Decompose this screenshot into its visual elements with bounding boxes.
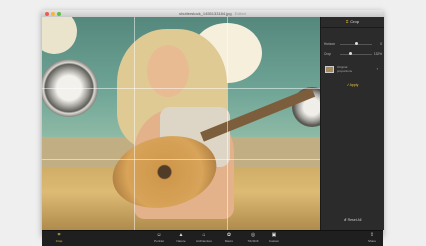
reset-all-label: Reset All (347, 218, 362, 222)
bottom-toolbar: ⌗ Crop ☺ Portrait ▲ Nature ⌂ Architecture ✿ M… (42, 230, 383, 246)
crop-slider-knob[interactable] (349, 52, 352, 55)
nature-icon: ▲ (178, 232, 184, 238)
reset-icon: ↺ (343, 218, 347, 222)
crop-icon: ⌗ (57, 232, 61, 238)
toolbar-share[interactable]: ⇪ Share (362, 232, 382, 243)
toolbar-nature[interactable]: ▲ Nature (171, 232, 191, 243)
horizon-slider[interactable]: Horizon 0 (324, 41, 382, 47)
horizon-slider-knob[interactable] (355, 42, 358, 45)
window-title-filename: shutterstock_1455133184.jpg (179, 11, 232, 16)
toolbar-architecture[interactable]: ⌂ Architecture (194, 232, 214, 243)
crop-panel-header[interactable]: ⌗ Crop (321, 17, 384, 28)
apply-button-label: Apply (349, 83, 359, 87)
share-icon: ⇪ (369, 232, 375, 238)
crop-grid-line (42, 159, 320, 160)
custom-icon: ▣ (271, 232, 277, 238)
toolbar-tilt-shift[interactable]: ◎ Tilt-Shift (243, 232, 263, 243)
crop-slider-label: Crop (324, 52, 331, 56)
crop-grid-line (134, 17, 135, 230)
crop-slider-value: 132% (373, 52, 382, 56)
macro-icon: ✿ (226, 232, 232, 238)
toolbar-portrait[interactable]: ☺ Portrait (149, 232, 169, 243)
toolbar-crop[interactable]: ⌗ Crop (49, 232, 69, 243)
tilt-shift-icon: ◎ (250, 232, 256, 238)
chevron-right-icon: › (376, 66, 378, 71)
horizon-slider-label: Horizon (324, 42, 335, 46)
crop-grid-line (227, 17, 228, 230)
toolbar-macro[interactable]: ✿ Macro (219, 232, 239, 243)
proportions-selector[interactable]: Original proportions › (325, 64, 380, 74)
apply-button[interactable]: ✓Apply (321, 83, 384, 87)
horizon-slider-value: 0 (380, 42, 382, 46)
proportions-thumbnail (325, 66, 334, 73)
crop-slider[interactable]: Crop 132% (324, 51, 382, 57)
app-window: shutterstock_1455133184.jpg Edited ⌗ Crop … (42, 10, 384, 246)
crop-panel: ⌗ Crop Horizon 0 Crop 132% Original propo… (320, 17, 384, 230)
proportions-label: Original proportions (337, 65, 353, 73)
crop-panel-title: Crop (350, 19, 359, 24)
crop-icon: ⌗ (346, 19, 349, 24)
window-title: shutterstock_1455133184.jpg Edited (42, 10, 383, 17)
crop-grid-line (42, 88, 320, 89)
reset-all-button[interactable]: ↺Reset All (321, 218, 384, 222)
architecture-icon: ⌂ (202, 232, 206, 238)
photo-tone-overlay (42, 17, 320, 230)
photo-canvas[interactable] (42, 17, 320, 230)
window-title-status: Edited (234, 11, 246, 16)
toolbar-custom[interactable]: ▣ Custom (264, 232, 284, 243)
crop-slider-track[interactable] (340, 53, 372, 55)
portrait-icon: ☺ (156, 232, 162, 238)
